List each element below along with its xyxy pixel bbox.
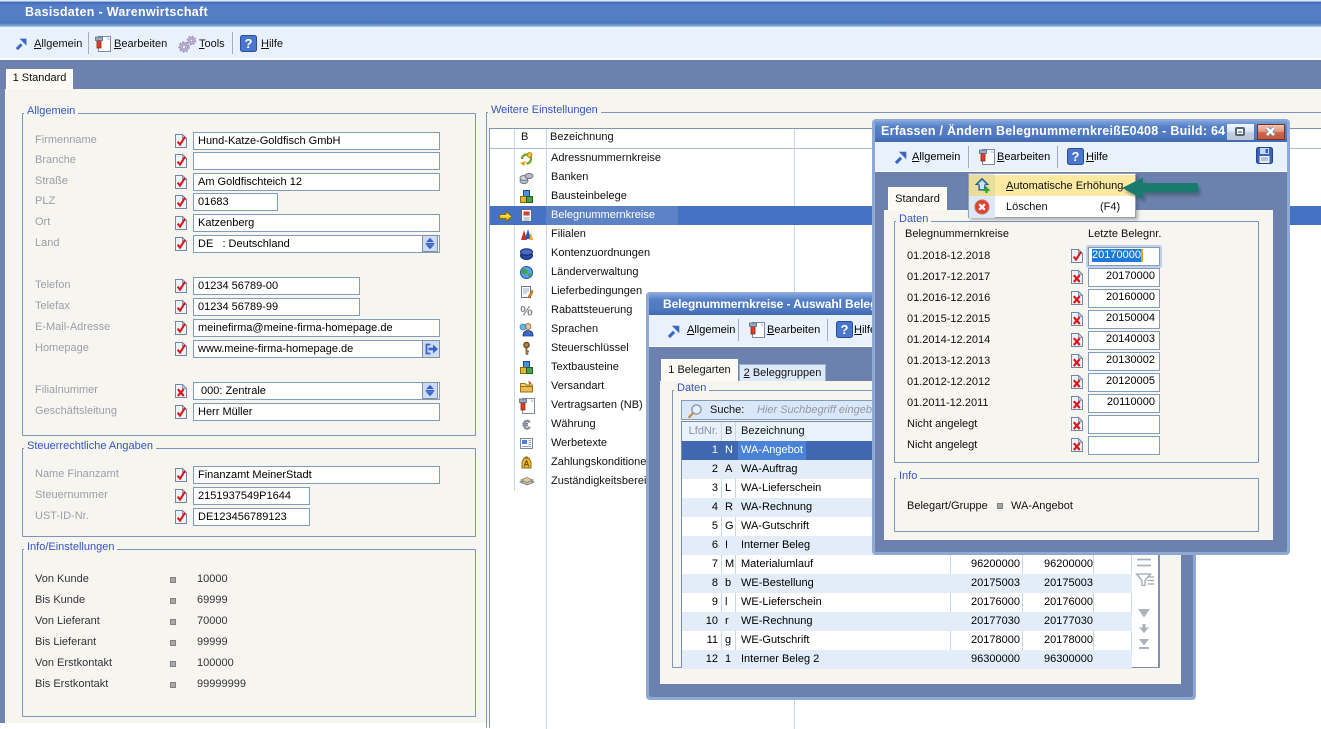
svg-text:€: €	[523, 417, 531, 432]
svg-text:A: A	[524, 460, 530, 469]
svg-text:?: ?	[245, 36, 253, 51]
svg-text:%: %	[520, 303, 533, 318]
